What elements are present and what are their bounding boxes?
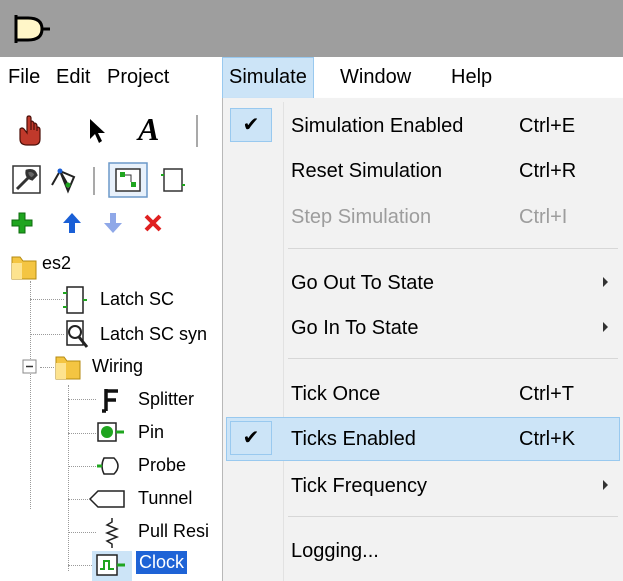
menu-item-shortcut: Ctrl+R xyxy=(519,160,577,182)
menu-item-label: Ticks Enabled xyxy=(291,428,416,450)
select-arrow-icon[interactable] xyxy=(88,117,108,145)
menu-item-simulation-enabled[interactable]: ✔ Simulation Enabled Ctrl+E xyxy=(226,104,620,148)
tree-root-label[interactable]: es2 xyxy=(42,253,71,274)
menu-window[interactable]: Window xyxy=(340,57,411,99)
tunnel-icon xyxy=(88,490,125,508)
tree-connector xyxy=(30,281,31,509)
menu-item-shortcut: Ctrl+K xyxy=(519,428,576,450)
menu-help[interactable]: Help xyxy=(451,57,492,99)
text-tool-icon[interactable]: A xyxy=(138,111,159,148)
tree-item-label[interactable]: Tunnel xyxy=(138,488,192,509)
menu-item-reset-simulation[interactable]: Reset Simulation Ctrl+R xyxy=(226,149,620,193)
menu-item-go-in-to-state[interactable]: Go In To State xyxy=(226,306,620,350)
menu-item-tick-once[interactable]: Tick Once Ctrl+T xyxy=(226,372,620,416)
tree-connector xyxy=(40,367,54,368)
menu-item-label: Tick Frequency xyxy=(291,475,427,497)
menu-item-ticks-enabled[interactable]: ✔ Ticks Enabled Ctrl+K xyxy=(226,417,620,461)
menu-item-label: Simulation Enabled xyxy=(291,115,464,137)
tree-connector xyxy=(68,532,96,533)
folder-icon xyxy=(11,256,37,280)
folder-icon xyxy=(55,356,81,380)
edit-layout-icon[interactable] xyxy=(12,165,42,195)
tree-connector xyxy=(68,385,69,571)
menu-item-label: Logging... xyxy=(291,540,379,562)
menu-project[interactable]: Project xyxy=(107,57,169,99)
submenu-arrow-icon xyxy=(603,322,608,332)
tree-item-label[interactable]: Probe xyxy=(138,455,186,476)
pin-icon xyxy=(97,422,124,442)
tree-connector xyxy=(68,466,96,467)
menu-simulate[interactable]: Simulate xyxy=(222,57,314,99)
menu-bar: File Edit Project Simulate Window Help xyxy=(0,57,623,100)
move-down-icon[interactable] xyxy=(103,211,123,235)
tree-item-label[interactable]: Wiring xyxy=(92,356,143,377)
menu-item-tick-frequency[interactable]: Tick Frequency xyxy=(226,464,620,508)
circuit-icon xyxy=(63,286,87,314)
tree-item-label[interactable]: Latch SC syn xyxy=(100,324,207,345)
menu-item-shortcut: Ctrl+T xyxy=(519,383,574,405)
menu-file[interactable]: File xyxy=(8,57,40,99)
appearance-icon[interactable] xyxy=(108,162,148,198)
check-icon: ✔ xyxy=(230,421,272,455)
tree-connector xyxy=(68,499,88,500)
menu-separator xyxy=(288,248,618,249)
tree-connector xyxy=(68,565,92,566)
menu-item-label: Go Out To State xyxy=(291,272,435,294)
submenu-arrow-icon xyxy=(603,480,608,490)
tree-item-label[interactable]: Pin xyxy=(138,422,164,443)
menu-item-step-simulation: Step Simulation Ctrl+I xyxy=(226,195,620,239)
menu-separator xyxy=(288,358,618,359)
menu-separator xyxy=(288,516,618,517)
menu-item-logging[interactable]: Logging... xyxy=(226,529,620,573)
tree-item-label[interactable]: Splitter xyxy=(138,389,194,410)
subcircuit-icon[interactable] xyxy=(160,165,186,195)
toolbar-separator xyxy=(93,167,95,195)
circuit-magnify-icon xyxy=(66,320,89,348)
menu-item-label: Reset Simulation xyxy=(291,160,443,182)
tree-item-label[interactable]: Pull Resi xyxy=(138,521,209,542)
title-bar xyxy=(0,0,623,57)
logisim-app-icon xyxy=(14,15,50,43)
toolbar-separator xyxy=(196,115,198,147)
move-up-icon[interactable] xyxy=(62,211,82,235)
add-circuit-icon[interactable] xyxy=(10,211,34,235)
clock-icon xyxy=(96,554,125,576)
tree-connector xyxy=(30,334,64,335)
collapse-toggle-icon[interactable] xyxy=(22,359,38,375)
menu-item-shortcut: Ctrl+E xyxy=(519,115,576,137)
tree-item-label[interactable]: Latch SC xyxy=(100,289,174,310)
menu-edit[interactable]: Edit xyxy=(56,57,90,99)
submenu-arrow-icon xyxy=(603,277,608,287)
hand-poke-icon[interactable] xyxy=(14,115,44,147)
menu-item-shortcut: Ctrl+I xyxy=(519,206,568,228)
menu-item-go-out-to-state[interactable]: Go Out To State xyxy=(226,261,620,305)
menu-item-label: Go In To State xyxy=(291,317,419,339)
tree-connector xyxy=(68,433,96,434)
probe-icon xyxy=(97,457,119,475)
simulate-menu-dropdown: ✔ Simulation Enabled Ctrl+E Reset Simula… xyxy=(222,98,623,581)
tree-connector xyxy=(68,399,96,400)
pull-resistor-icon xyxy=(104,518,120,548)
explorer-panel: A es2 Latch SC Latch SC syn Wiring Split… xyxy=(0,99,225,581)
splitter-icon xyxy=(102,389,118,413)
menu-item-label: Tick Once xyxy=(291,383,381,405)
tree-item-label-selected[interactable]: Clock xyxy=(136,551,188,574)
delete-icon[interactable] xyxy=(143,213,163,233)
menu-item-label: Step Simulation xyxy=(291,206,432,228)
tree-connector xyxy=(30,299,64,300)
check-icon: ✔ xyxy=(230,108,272,142)
circuit-tree-icon[interactable] xyxy=(48,165,78,195)
